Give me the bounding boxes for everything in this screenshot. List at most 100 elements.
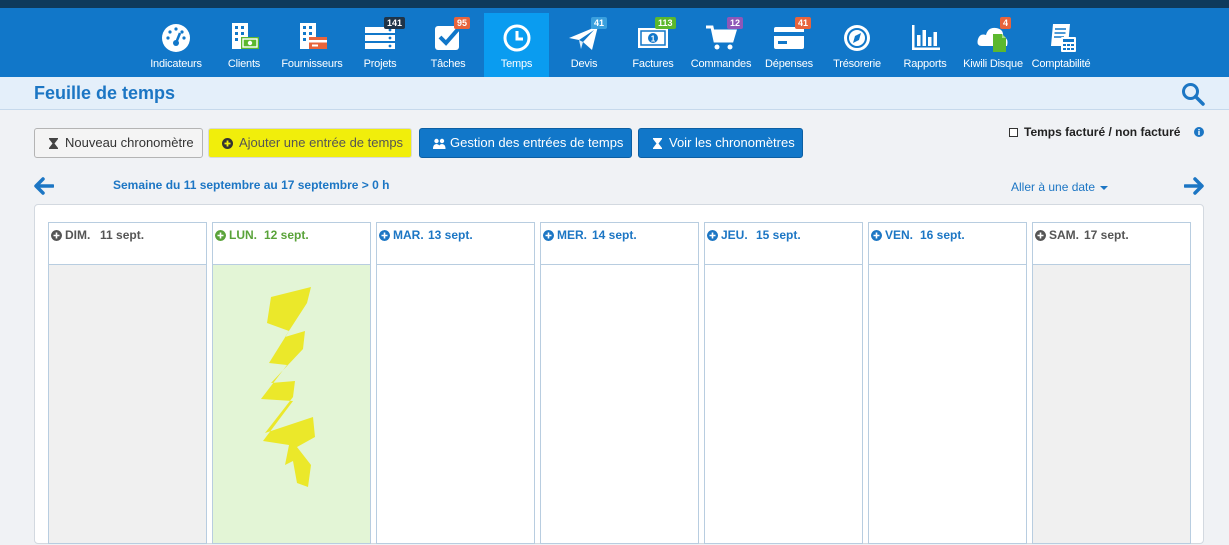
goto-date-label: Aller à une date <box>1011 180 1096 194</box>
day-column[interactable]: VEN. 16 sept. <box>868 222 1027 544</box>
nav-label: Rapports <box>903 58 947 70</box>
new-timer-button[interactable]: Nouveau chronomètre <box>34 128 203 158</box>
day-body[interactable] <box>1033 265 1190 543</box>
day-name: MER. <box>557 228 587 242</box>
day-body[interactable] <box>49 265 206 543</box>
add-entry-plus-icon[interactable] <box>707 230 718 241</box>
nav-taches[interactable]: 95 Tâches <box>416 13 480 77</box>
day-body[interactable] <box>869 265 1026 543</box>
day-date: 17 sept. <box>1084 228 1129 242</box>
plus-circle-icon <box>222 138 233 149</box>
goto-date-dropdown[interactable]: Aller à une date <box>1011 180 1109 194</box>
button-label: Gestion des entrées de temps <box>450 135 624 150</box>
add-entry-plus-icon[interactable] <box>379 230 390 241</box>
nav-depenses[interactable]: 41 Dépenses <box>757 13 821 77</box>
nav-fournisseurs[interactable]: Fournisseurs <box>279 13 345 77</box>
search-icon[interactable] <box>1181 82 1205 106</box>
ledger-calculator-icon <box>1051 24 1076 52</box>
day-date: 16 sept. <box>920 228 965 242</box>
day-body[interactable] <box>377 265 534 543</box>
nav-label: Comptabilité <box>1031 58 1091 70</box>
count-badge: 141 <box>384 17 406 29</box>
view-timers-button[interactable]: Voir les chronomètres <box>638 128 803 158</box>
nav-label: Factures <box>632 58 674 70</box>
page-header: Feuille de temps <box>0 77 1229 110</box>
day-body[interactable] <box>541 265 698 543</box>
day-name: SAM. <box>1049 228 1079 242</box>
nav-label: Projets <box>363 58 397 70</box>
day-name: MAR. <box>393 228 424 242</box>
day-header: VEN. 16 sept. <box>869 223 1026 265</box>
week-label: Semaine du 11 septembre au 17 septembre … <box>113 178 390 192</box>
add-entry-plus-icon[interactable] <box>871 230 882 241</box>
day-date: 12 sept. <box>264 228 309 242</box>
nav-comptabilite[interactable]: Comptabilité <box>1027 13 1095 77</box>
nav-tresorerie[interactable]: Trésorerie <box>826 13 888 77</box>
bar-chart-icon <box>912 25 940 50</box>
nav-label: Trésorerie <box>833 58 881 70</box>
hourglass-icon <box>49 138 58 149</box>
add-entry-plus-icon[interactable] <box>1035 230 1046 241</box>
day-date: 11 sept. <box>100 228 145 242</box>
nav-projets[interactable]: 141 Projets <box>349 13 411 77</box>
nav-label: Indicateurs <box>150 58 202 70</box>
day-name: VEN. <box>885 228 914 242</box>
nav-devis[interactable]: 41 Devis <box>553 13 615 77</box>
day-column[interactable]: MER. 14 sept. <box>540 222 699 544</box>
day-name: DIM. <box>65 228 91 242</box>
nav-label: Fournisseurs <box>281 58 343 70</box>
day-column[interactable]: DIM. 11 sept. <box>48 222 207 544</box>
caret-down-icon <box>1100 185 1109 190</box>
nav-commandes[interactable]: 12 Commandes <box>689 13 753 77</box>
add-entry-plus-icon[interactable] <box>543 230 554 241</box>
day-header: MAR. 13 sept. <box>377 223 534 265</box>
count-badge: 12 <box>727 17 744 29</box>
add-time-entry-button[interactable]: Ajouter une entrée de temps <box>208 128 412 158</box>
nav-kiwili-disque[interactable]: 4 Kiwili Disque <box>961 13 1025 77</box>
day-body[interactable] <box>705 265 862 543</box>
nav-label: Kiwili Disque <box>963 58 1023 70</box>
nav-rapports[interactable]: Rapports <box>893 13 957 77</box>
day-date: 14 sept. <box>592 228 637 242</box>
main-nav: Indicateurs Clients Fournisseurs 141 Pro… <box>0 8 1229 77</box>
count-badge: 4 <box>1000 17 1012 29</box>
day-column[interactable]: JEU. 15 sept. <box>704 222 863 544</box>
day-header: DIM. 11 sept. <box>49 223 206 265</box>
count-badge: 95 <box>454 17 471 29</box>
nav-label: Devis <box>570 58 598 70</box>
day-header: JEU. 15 sept. <box>705 223 862 265</box>
add-entry-plus-icon[interactable] <box>215 230 226 241</box>
building-money-icon <box>232 23 259 49</box>
users-icon <box>433 138 446 149</box>
count-badge: 113 <box>655 17 676 29</box>
billed-checkbox[interactable] <box>1009 128 1018 137</box>
nav-temps[interactable]: Temps <box>484 13 549 77</box>
next-week-arrow-icon[interactable] <box>1184 177 1204 195</box>
info-icon[interactable] <box>1194 127 1204 137</box>
billed-toggle-label: Temps facturé / non facturé <box>1024 125 1181 139</box>
day-column[interactable]: MAR. 13 sept. <box>376 222 535 544</box>
day-column[interactable]: LUN. 12 sept. <box>212 222 371 544</box>
day-header: SAM. 17 sept. <box>1033 223 1190 265</box>
dashboard-gauge-icon <box>162 24 190 52</box>
day-date: 15 sept. <box>756 228 801 242</box>
nav-label: Clients <box>227 58 261 70</box>
page-title: Feuille de temps <box>34 83 176 103</box>
top-strip <box>0 0 1229 8</box>
nav-indicateurs[interactable]: Indicateurs <box>144 13 208 77</box>
count-badge: 41 <box>795 17 812 29</box>
day-name: JEU. <box>721 228 748 242</box>
nav-factures[interactable]: 1 113 Factures <box>619 13 687 77</box>
nav-clients[interactable]: Clients <box>212 13 276 77</box>
nav-label: Temps <box>500 58 533 70</box>
highlighter-scribble-mark <box>261 287 315 487</box>
nav-label: Commandes <box>690 58 752 70</box>
manage-entries-button[interactable]: Gestion des entrées de temps <box>419 128 632 158</box>
building-card-icon <box>300 23 327 49</box>
svg-text:1: 1 <box>651 35 656 44</box>
day-column[interactable]: SAM. 17 sept. <box>1032 222 1191 544</box>
previous-week-arrow-icon[interactable] <box>34 177 54 195</box>
day-header: MER. 14 sept. <box>541 223 698 265</box>
add-entry-plus-icon[interactable] <box>51 230 62 241</box>
hourglass-icon <box>653 138 662 149</box>
